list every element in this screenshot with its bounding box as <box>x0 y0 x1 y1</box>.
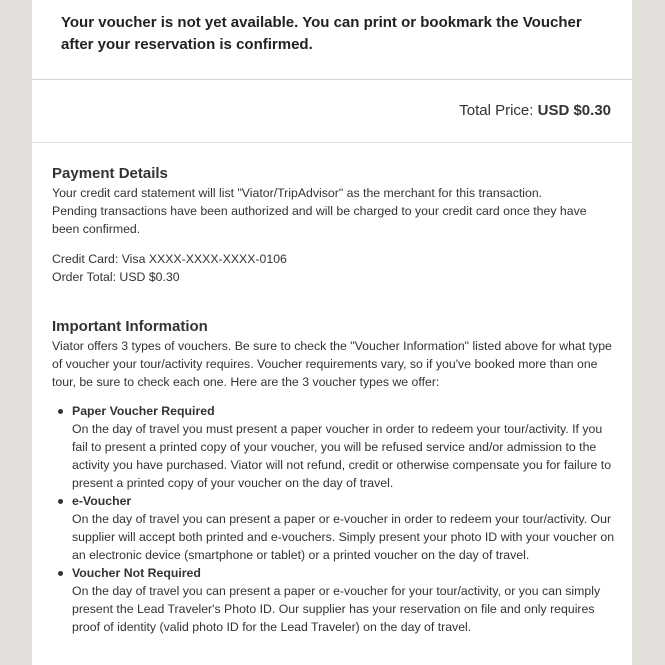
statement-note: Your credit card statement will list "Vi… <box>52 186 543 200</box>
voucher-type-title: Paper Voucher Required <box>72 404 215 418</box>
divider <box>32 142 632 143</box>
important-intro: Viator offers 3 types of vouchers. Be su… <box>52 339 612 389</box>
payment-details-text: Your credit card statement will list "Vi… <box>52 184 617 238</box>
credit-card-line: Credit Card: Visa XXXX-XXXX-XXXX-0106 <box>52 252 287 266</box>
voucher-type-title: Voucher Not Required <box>72 566 201 580</box>
list-item: e-Voucher On the day of travel you can p… <box>52 492 620 564</box>
bullet-icon <box>58 499 63 504</box>
voucher-type-description: On the day of travel you must present a … <box>72 422 612 490</box>
total-price-label: Total Price: <box>459 102 534 119</box>
pending-note: Pending transactions have been authorize… <box>52 204 587 236</box>
payment-details-title: Payment Details <box>52 165 168 182</box>
voucher-types-list: Paper Voucher Required On the day of tra… <box>52 402 620 636</box>
voucher-card: Your voucher is not yet available. You c… <box>32 0 632 665</box>
total-price: Total Price: USD $0.30 <box>459 102 611 120</box>
payment-summary: Credit Card: Visa XXXX-XXXX-XXXX-0106 Or… <box>52 250 617 286</box>
divider <box>32 79 632 80</box>
voucher-type-description: On the day of travel you can present a p… <box>72 512 615 562</box>
voucher-type-description: On the day of travel you can present a p… <box>72 584 601 634</box>
total-price-amount: USD $0.30 <box>537 102 611 119</box>
important-information-title: Important Information <box>52 318 208 335</box>
voucher-notice: Your voucher is not yet available. You c… <box>61 14 582 53</box>
list-item: Paper Voucher Required On the day of tra… <box>52 402 620 492</box>
voucher-type-title: e-Voucher <box>72 494 132 508</box>
bullet-icon <box>58 409 63 414</box>
order-total-line: Order Total: USD $0.30 <box>52 270 180 284</box>
list-item: Voucher Not Required On the day of trave… <box>52 564 620 636</box>
bullet-icon <box>58 571 63 576</box>
